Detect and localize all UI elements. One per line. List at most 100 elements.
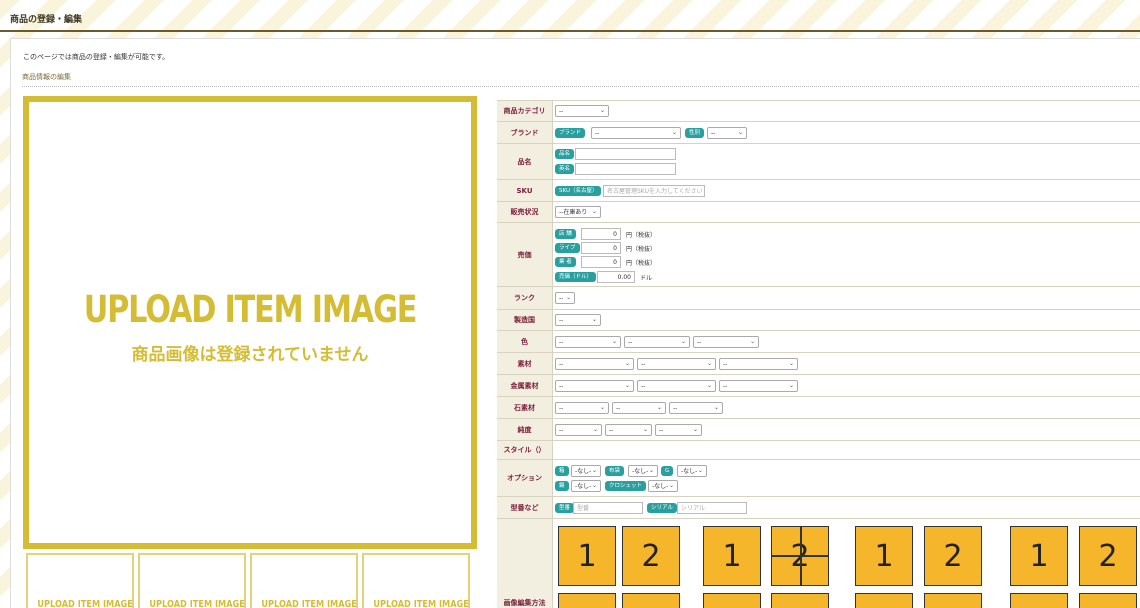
item-form: 商品カテゴリ -- ⌄ ブランド ブランド -- ⌄ 性別 -- ⌄ 品名 品名 英名 [497,100,1140,608]
chevron-down-icon: ⌄ [706,382,712,389]
color-select-2[interactable]: -- ⌄ [624,336,690,348]
material-select-1[interactable]: -- ⌄ [555,358,634,370]
row-purity: 純度 -- ⌄ -- ⌄ -- ⌄ [497,419,1140,441]
option-box-tag: 箱 [555,466,569,476]
model-tag: 型番 [555,503,575,513]
brand-select[interactable]: -- ⌄ [591,127,681,139]
row-brand: ブランド ブランド -- ⌄ 性別 -- ⌄ [497,122,1140,144]
price-usd-unit: ドル [640,275,653,282]
english-name-input[interactable] [575,163,676,175]
layout-tile[interactable] [1010,593,1068,608]
thumbnail-upload[interactable]: UPLOAD ITEM IMAGE [250,553,358,608]
row-price: 売価 店 舗 0 円（税抜） ライブ 0 円（税抜） 業 者 0 円（税抜） 売… [497,223,1140,287]
option-g-select[interactable]: -なし- ⌄ [677,465,707,477]
label-price: 売価 [497,223,553,286]
rank-value: -- [559,295,564,302]
sku-tag: SKU（名古屋） [555,186,602,196]
sku-input[interactable]: 名古屋管理SKUを入力してください [603,185,705,197]
chevron-down-icon: ⌄ [713,404,719,411]
row-status: 販売状況 --在庫あり ⌄ [497,202,1140,223]
metal-select-1[interactable]: -- ⌄ [555,380,634,392]
model-input[interactable]: 型番 [573,502,643,514]
chevron-down-icon: ⌄ [788,360,794,367]
layout-tile[interactable] [703,593,761,608]
price-store-input[interactable]: 0 [581,228,621,240]
label-rank: ランク [497,287,553,309]
material-select-2[interactable]: -- ⌄ [637,358,716,370]
thumbnail-label: UPLOAD ITEM IMAGE [149,599,245,608]
option-pouch-select[interactable]: -なし- ⌄ [628,465,658,477]
layout-tile[interactable] [924,593,982,608]
gender-select[interactable]: -- ⌄ [707,127,747,139]
layout-tile[interactable] [771,593,829,608]
price-dealer-input[interactable]: 0 [581,256,621,268]
chevron-down-icon: ⌄ [671,129,677,136]
metal-value: -- [559,383,564,390]
price-usd-input[interactable]: 0.00 [597,271,635,283]
chevron-down-icon: ⌄ [706,360,712,367]
chevron-down-icon: ⌄ [668,482,674,489]
layout-tile-2[interactable]: 2 [1079,526,1137,586]
option-key-tag: 鍵 [555,481,569,491]
thumbnail-upload[interactable]: UPLOAD ITEM IMAGE [138,553,246,608]
label-color: 色 [497,331,553,352]
price-live-input[interactable]: 0 [581,242,621,254]
option-g-tag: G [661,466,674,476]
layout-tile[interactable] [622,593,680,608]
thumbnail-upload[interactable]: UPLOAD ITEM IMAGE [26,553,134,608]
layout-tile[interactable] [855,593,913,608]
color-value: -- [559,339,564,346]
color-select-1[interactable]: -- ⌄ [555,336,621,348]
stone-select-2[interactable]: -- ⌄ [612,402,666,414]
chevron-down-icon: ⌄ [591,467,597,474]
purity-select-3[interactable]: -- ⌄ [655,424,702,436]
chevron-down-icon: ⌄ [624,382,630,389]
purity-select-2[interactable]: -- ⌄ [605,424,652,436]
status-value: --在庫あり [559,209,588,216]
purity-select-1[interactable]: -- ⌄ [555,424,602,436]
layout-tile[interactable] [558,593,616,608]
chevron-down-icon: ⌄ [599,404,605,411]
label-material: 素材 [497,353,553,374]
row-color: 色 -- ⌄ -- ⌄ -- ⌄ [497,331,1140,353]
chevron-down-icon: ⌄ [591,208,597,215]
row-origin: 製造国 -- ⌄ [497,310,1140,331]
stone-select-3[interactable]: -- ⌄ [669,402,723,414]
status-select[interactable]: --在庫あり ⌄ [555,206,601,218]
name-input[interactable] [575,148,676,160]
row-category: 商品カテゴリ -- ⌄ [497,101,1140,122]
option-key-select[interactable]: -なし- ⌄ [571,480,601,492]
layout-tile-2[interactable]: 2 [924,526,982,586]
material-value: -- [559,361,564,368]
stone-select-1[interactable]: -- ⌄ [555,402,609,414]
origin-select[interactable]: -- ⌄ [555,314,601,326]
option-pouch-tag: 布袋 [605,466,625,476]
rank-select[interactable]: -- ⌄ [555,292,575,304]
thumbnail-upload[interactable]: UPLOAD ITEM IMAGE [362,553,470,608]
metal-select-2[interactable]: -- ⌄ [637,380,716,392]
layout-tile-2[interactable]: 2 [622,526,680,586]
chevron-down-icon: ⌄ [656,404,662,411]
price-live-unit: 円（税抜） [626,246,657,253]
chevron-down-icon: ⌄ [565,294,571,301]
row-rank: ランク -- ⌄ [497,287,1140,310]
layout-tile[interactable] [1079,593,1137,608]
page-title: 商品の登録・編集 [10,15,83,25]
layout-tile-1[interactable]: 1 [1010,526,1068,586]
color-value: -- [697,339,702,346]
thumbnail-label: UPLOAD ITEM IMAGE [261,599,357,608]
main-image-upload[interactable]: UPLOAD ITEM IMAGE 商品画像は登録されていません [23,96,477,549]
layout-tile-1[interactable]: 1 [855,526,913,586]
option-box-select[interactable]: -なし- ⌄ [571,465,601,477]
chevron-down-icon: ⌄ [737,129,743,136]
upload-text-jp: 商品画像は登録されていません [131,345,369,365]
color-select-3[interactable]: -- ⌄ [693,336,759,348]
material-select-3[interactable]: -- ⌄ [719,358,798,370]
layout-tile-1[interactable]: 1 [703,526,761,586]
serial-input[interactable]: シリアル [677,502,747,514]
purity-value: -- [659,427,664,434]
layout-tile-1[interactable]: 1 [558,526,616,586]
metal-select-3[interactable]: -- ⌄ [719,380,798,392]
category-select[interactable]: -- ⌄ [555,105,609,117]
option-clochette-select[interactable]: -なし- ⌄ [648,480,678,492]
